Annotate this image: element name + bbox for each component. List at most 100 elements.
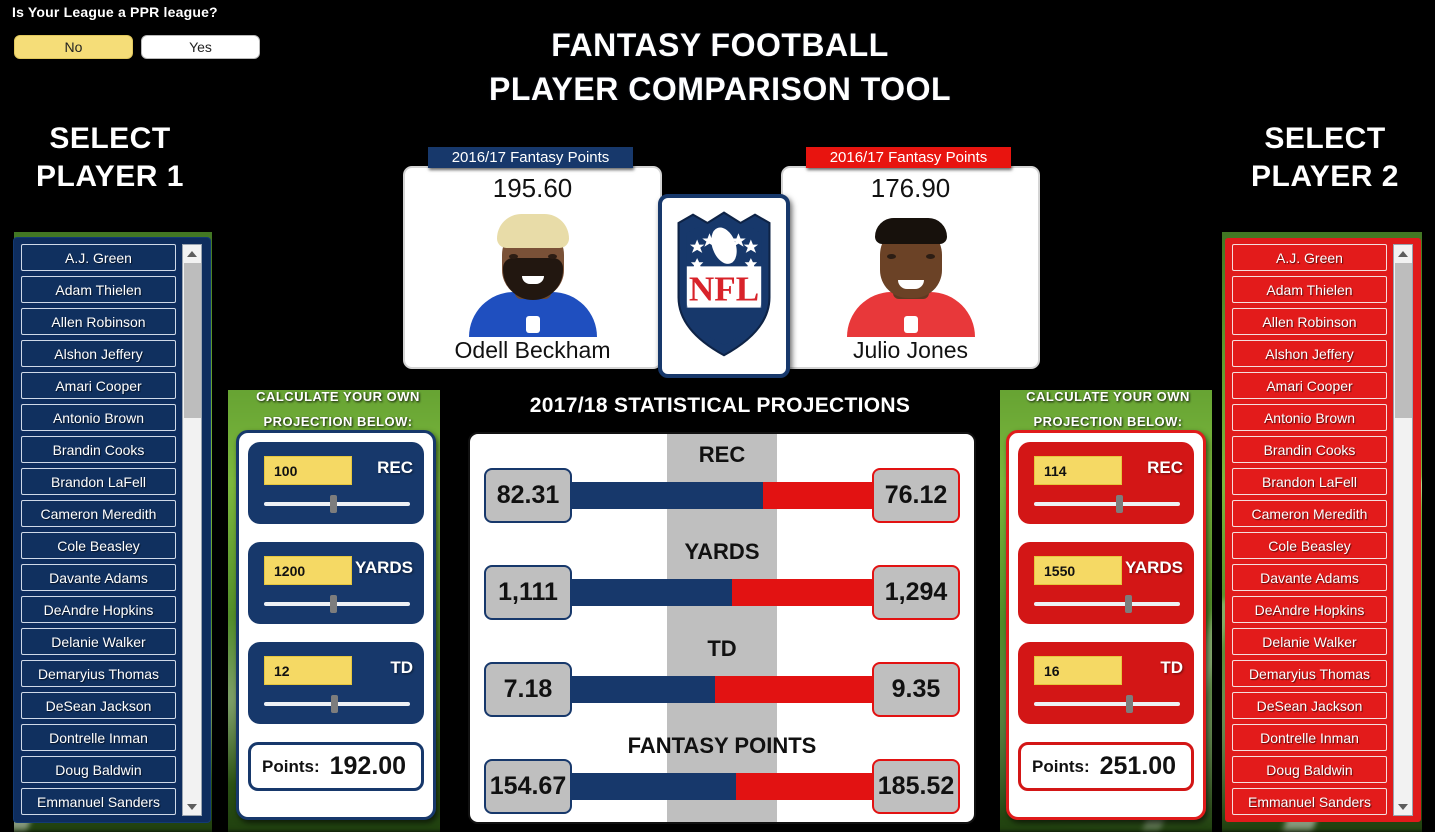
ppr-question-label: Is Your League a PPR league?: [12, 4, 218, 20]
projection-bar-player-2: [732, 579, 894, 606]
scrollbar-thumb[interactable]: [184, 263, 201, 418]
player-2-points-badge: 2016/17 Fantasy Points: [806, 147, 1011, 168]
projection-bar: [550, 482, 894, 509]
ppr-yes-button[interactable]: Yes: [141, 35, 260, 59]
projection-bar: [550, 676, 894, 703]
projection-value-player-2: 185.52: [872, 759, 960, 814]
select-player-1-line-1: SELECT: [49, 122, 171, 155]
list-item[interactable]: DeSean Jackson: [1232, 692, 1387, 719]
list-item[interactable]: Delanie Walker: [1232, 628, 1387, 655]
list-item[interactable]: Alshon Jeffery: [1232, 340, 1387, 367]
player-2-photo: [841, 202, 981, 337]
yards-slider[interactable]: [264, 595, 410, 613]
td-label: TD: [1160, 658, 1183, 677]
list-item[interactable]: Emmanuel Sanders: [1232, 788, 1387, 815]
projection-category: TD: [707, 636, 737, 661]
scroll-up-icon[interactable]: [1394, 245, 1412, 262]
projection-row: REC 82.31 76.12: [470, 434, 974, 531]
points-value: 192.00: [329, 752, 407, 780]
list-item[interactable]: Emmanuel Sanders: [21, 788, 176, 815]
slider-thumb[interactable]: [1115, 495, 1123, 513]
rec-slider[interactable]: [1034, 495, 1180, 513]
list-item[interactable]: Dontrelle Inman: [21, 724, 176, 751]
projection-bar-player-2: [715, 676, 894, 703]
projections-title: 2017/18 STATISTICAL PROJECTIONS: [529, 394, 911, 417]
list-item[interactable]: Demaryius Thomas: [21, 660, 176, 687]
list-item[interactable]: Cameron Meredith: [1232, 500, 1387, 527]
list-item[interactable]: DeAndre Hopkins: [1232, 596, 1387, 623]
list-item[interactable]: Delanie Walker: [21, 628, 176, 655]
points-total-box: Points: 251.00: [1018, 742, 1194, 791]
projection-value-player-1: 1,111: [484, 565, 572, 620]
list-item[interactable]: DeAndre Hopkins: [21, 596, 176, 623]
rec-label: REC: [377, 458, 413, 477]
td-slider[interactable]: [1034, 695, 1180, 713]
right-overlay: [1422, 232, 1435, 832]
scroll-up-icon[interactable]: [183, 245, 201, 262]
rec-slider[interactable]: [264, 495, 410, 513]
player-1-list[interactable]: A.J. Green Adam Thielen Allen Robinson Alsh…: [14, 238, 210, 822]
list-item[interactable]: A.J. Green: [21, 244, 176, 271]
projection-value-player-1: 154.67: [484, 759, 572, 814]
yards-label: YARDS: [1125, 558, 1183, 577]
list-item[interactable]: Davante Adams: [1232, 564, 1387, 591]
list-item[interactable]: Cameron Meredith: [21, 500, 176, 527]
left-gap-overlay: [212, 232, 228, 832]
player-1-fantasy-points: 195.60: [492, 173, 573, 203]
scroll-down-icon[interactable]: [1394, 798, 1412, 815]
projection-bar-player-2: [735, 773, 894, 800]
list-item[interactable]: Allen Robinson: [21, 308, 176, 335]
projection-bar-player-1: [550, 773, 736, 800]
yards-input[interactable]: 1550: [1034, 556, 1122, 585]
list-item[interactable]: Antonio Brown: [1232, 404, 1387, 431]
list-item[interactable]: Cole Beasley: [1232, 532, 1387, 559]
list-item[interactable]: Brandon LaFell: [1232, 468, 1387, 495]
scrollbar-thumb[interactable]: [1395, 263, 1412, 418]
select-player-2-line-2: PLAYER 2: [1251, 160, 1399, 193]
projections-panel: REC 82.31 76.12 YARDS 1,111 1,294 TD 7.18 9.35 FA…: [468, 432, 976, 824]
player-1-list-items: A.J. Green Adam Thielen Allen Robinson Alsh…: [21, 244, 176, 820]
player-1-list-scrollbar[interactable]: [182, 244, 202, 816]
list-item[interactable]: Adam Thielen: [21, 276, 176, 303]
list-item[interactable]: Allen Robinson: [1232, 308, 1387, 335]
td-input[interactable]: 12: [264, 656, 352, 685]
slider-thumb[interactable]: [329, 595, 337, 613]
slider-thumb[interactable]: [1124, 595, 1132, 613]
list-item[interactable]: Doug Baldwin: [1232, 756, 1387, 783]
player-2-list-scrollbar[interactable]: [1393, 244, 1413, 816]
td-slider[interactable]: [264, 695, 410, 713]
projection-category: REC: [698, 442, 746, 467]
left-overlay: [0, 232, 14, 832]
yards-slider[interactable]: [1034, 595, 1180, 613]
ppr-no-button[interactable]: No: [14, 35, 133, 59]
list-item[interactable]: Dontrelle Inman: [1232, 724, 1387, 751]
rec-input[interactable]: 114: [1034, 456, 1122, 485]
list-item[interactable]: Brandon LaFell: [21, 468, 176, 495]
list-item[interactable]: DeSean Jackson: [21, 692, 176, 719]
list-item[interactable]: Doug Baldwin: [21, 756, 176, 783]
projection-row: FANTASY POINTS 154.67 185.52: [470, 725, 974, 822]
list-item[interactable]: Cole Beasley: [21, 532, 176, 559]
list-item[interactable]: Adam Thielen: [1232, 276, 1387, 303]
list-item[interactable]: Brandin Cooks: [21, 436, 176, 463]
list-item[interactable]: Antonio Brown: [21, 404, 176, 431]
list-item[interactable]: A.J. Green: [1232, 244, 1387, 271]
list-item[interactable]: Amari Cooper: [21, 372, 176, 399]
td-input[interactable]: 16: [1034, 656, 1122, 685]
slider-thumb[interactable]: [1125, 695, 1133, 713]
list-item[interactable]: Demaryius Thomas: [1232, 660, 1387, 687]
rec-input[interactable]: 100: [264, 456, 352, 485]
list-item[interactable]: Amari Cooper: [1232, 372, 1387, 399]
projection-category: FANTASY POINTS: [627, 733, 817, 758]
player-1-points-badge: 2016/17 Fantasy Points: [428, 147, 633, 168]
list-item[interactable]: Alshon Jeffery: [21, 340, 176, 367]
points-label: Points:: [1032, 756, 1090, 776]
stat-box-yards: 1550 YARDS: [1018, 542, 1194, 624]
list-item[interactable]: Davante Adams: [21, 564, 176, 591]
yards-input[interactable]: 1200: [264, 556, 352, 585]
player-2-list[interactable]: A.J. Green Adam Thielen Allen Robinson Alsh…: [1225, 238, 1421, 822]
scroll-down-icon[interactable]: [183, 798, 201, 815]
list-item[interactable]: Brandin Cooks: [1232, 436, 1387, 463]
slider-thumb[interactable]: [329, 495, 337, 513]
slider-thumb[interactable]: [331, 695, 339, 713]
